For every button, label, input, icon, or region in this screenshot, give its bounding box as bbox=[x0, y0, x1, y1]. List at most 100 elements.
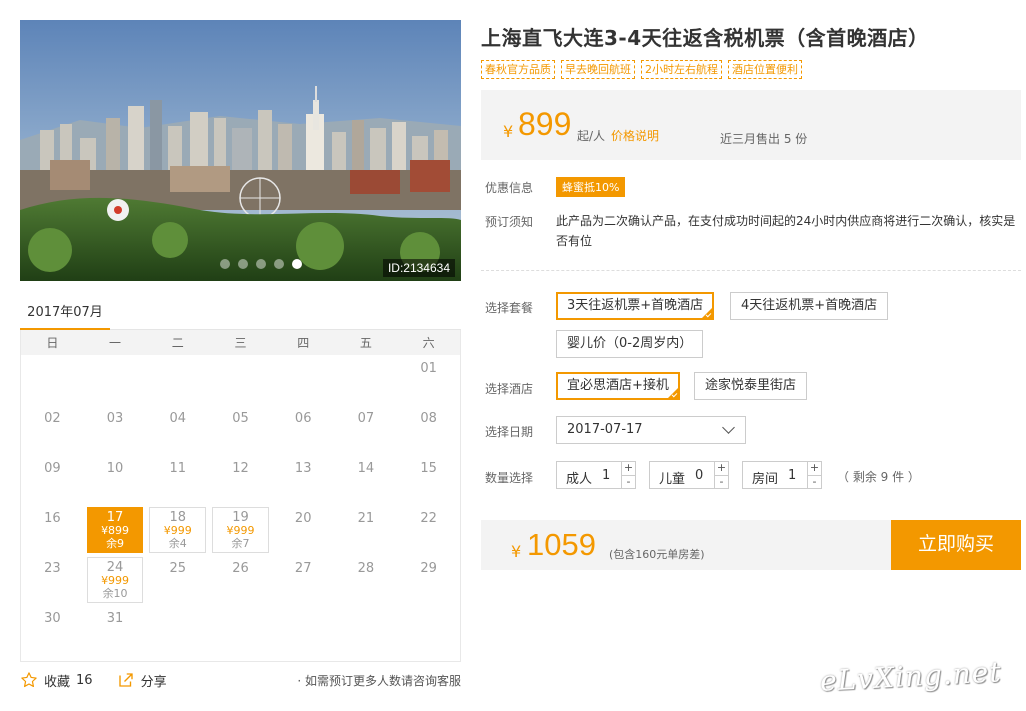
adult-value[interactable]: 1 bbox=[602, 468, 610, 483]
child-stepper[interactable]: 儿童 0 + - bbox=[649, 461, 729, 489]
price-calendar: 2017年07月 日 一 二 三 四 五 六 01 02 03 04 05 06 07 08 09 10 11 1… bbox=[20, 296, 461, 662]
adult-stepper[interactable]: 成人 1 + - bbox=[556, 461, 636, 489]
hotel-label: 选择酒店 bbox=[485, 382, 534, 396]
child-stepper-buttons: + - bbox=[714, 462, 728, 488]
decrement-button[interactable]: - bbox=[808, 475, 821, 488]
slide-indicator[interactable] bbox=[220, 259, 302, 269]
package-option-infant[interactable]: 婴儿价（0-2周岁内） bbox=[556, 330, 704, 358]
product-tags: 春秋官方品质 早去晚回航班 2小时左右航程 酒店位置便利 bbox=[481, 60, 802, 79]
calendar-grid: 日 一 二 三 四 五 六 01 02 03 04 05 06 07 08 09 10 11 12 13 14 15 16… bbox=[20, 330, 461, 662]
slide-dot[interactable] bbox=[238, 259, 248, 269]
favorite-button[interactable]: 收藏 16 bbox=[20, 671, 93, 690]
slide-dot[interactable] bbox=[256, 259, 266, 269]
calendar-day: 01 bbox=[397, 355, 460, 405]
calendar-weekday-row: 日一二三四五六 bbox=[21, 330, 460, 355]
day-number: 25 bbox=[169, 561, 187, 576]
hotel-option-ibis[interactable]: 宜必思酒店+接机 bbox=[556, 372, 680, 400]
child-value[interactable]: 0 bbox=[695, 468, 703, 483]
increment-button[interactable]: + bbox=[715, 462, 728, 475]
package-label: 选择套餐 bbox=[485, 301, 534, 315]
room-stepper[interactable]: 房间 1 + - bbox=[742, 461, 822, 489]
day-number: 21 bbox=[357, 511, 375, 526]
divider bbox=[481, 270, 1021, 271]
day-stock: 余10 bbox=[102, 587, 128, 600]
calendar-month-tab[interactable]: 2017年07月 bbox=[20, 301, 110, 330]
weekday-label: 五 bbox=[359, 336, 372, 350]
day-price: ¥999 bbox=[101, 574, 130, 587]
slide-dot[interactable] bbox=[220, 259, 230, 269]
sold-count: 近三月售出 5 份 bbox=[720, 132, 808, 146]
product-tag: 2小时左右航程 bbox=[641, 60, 722, 79]
total-amount: 1059 bbox=[527, 527, 596, 562]
weekday-label: 四 bbox=[297, 336, 310, 350]
day-number: 04 bbox=[169, 411, 187, 426]
calendar-day: 08 bbox=[397, 405, 460, 455]
weekday-label: 一 bbox=[109, 336, 122, 350]
share-button[interactable]: 分享 bbox=[117, 671, 167, 690]
day-number: 05 bbox=[232, 411, 249, 426]
total-note: (包含160元单房差) bbox=[609, 548, 705, 561]
adult-label: 成人 bbox=[566, 472, 593, 487]
calendar-day-available[interactable]: 24 ¥999 余10 bbox=[86, 557, 144, 603]
slide-dot[interactable] bbox=[274, 259, 284, 269]
calendar-day: 21 bbox=[335, 505, 398, 555]
buy-now-button[interactable]: 立即购买 bbox=[891, 520, 1021, 570]
promo-badge: 蜂蜜抵10% bbox=[556, 177, 626, 197]
total-currency: ¥ bbox=[511, 542, 522, 561]
day-number: 13 bbox=[294, 461, 312, 476]
day-number: 28 bbox=[357, 561, 375, 576]
package-option-4day[interactable]: 4天往返机票+首晚酒店 bbox=[730, 292, 889, 320]
calendar-day: 10 bbox=[84, 455, 147, 505]
weekday-label: 二 bbox=[171, 336, 184, 350]
day-number: 24 bbox=[106, 560, 124, 575]
product-actions: 收藏 16 分享 · 如需预订更多人数请咨询客服 bbox=[20, 668, 461, 692]
calendar-day: 31 bbox=[84, 605, 147, 655]
calendar-day-available[interactable]: 18 ¥999 余4 bbox=[149, 507, 207, 553]
calendar-day: 06 bbox=[272, 405, 335, 455]
day-number: 29 bbox=[420, 561, 437, 576]
day-number: 27 bbox=[294, 561, 312, 576]
weekday-label: 六 bbox=[422, 336, 435, 350]
share-label: 分享 bbox=[140, 674, 167, 690]
weekday-label: 日 bbox=[46, 336, 59, 350]
product-photo[interactable]: ID:2134634 bbox=[20, 20, 461, 281]
calendar-day: 23 bbox=[21, 555, 84, 605]
decrement-button[interactable]: - bbox=[715, 475, 728, 488]
calendar-empty-cell bbox=[21, 355, 84, 405]
room-value[interactable]: 1 bbox=[788, 468, 796, 483]
day-price: ¥999 bbox=[163, 524, 192, 537]
package-option-3day[interactable]: 3天往返机票+首晚酒店 bbox=[556, 292, 715, 320]
increment-button[interactable]: + bbox=[808, 462, 821, 475]
photo-id-label: ID:2134634 bbox=[382, 259, 455, 277]
day-stock: 余7 bbox=[231, 537, 250, 550]
day-number: 23 bbox=[44, 561, 61, 576]
hotel-option-tujia[interactable]: 途家悦泰里街店 bbox=[694, 372, 808, 400]
calendar-day: 11 bbox=[146, 455, 209, 505]
favorite-count: 16 bbox=[76, 672, 93, 688]
increment-button[interactable]: + bbox=[622, 462, 635, 475]
day-number: 19 bbox=[232, 510, 249, 525]
calendar-days: 01 02 03 04 05 06 07 08 09 10 11 12 13 14 15 16 17 ¥899 余9… bbox=[21, 355, 460, 661]
chevron-down-icon bbox=[722, 421, 735, 434]
slide-dot-active[interactable] bbox=[292, 259, 302, 269]
day-number: 08 bbox=[420, 411, 437, 426]
calendar-day: 02 bbox=[21, 405, 84, 455]
calendar-empty-cell bbox=[84, 355, 147, 405]
calendar-day-available[interactable]: 17 ¥899 余9 bbox=[86, 507, 144, 553]
weekday-label: 三 bbox=[234, 336, 247, 350]
room-stepper-buttons: + - bbox=[807, 462, 821, 488]
product-title: 上海直飞大连3-4天往返含税机票（含首晚酒店） bbox=[481, 26, 929, 50]
calendar-day: 07 bbox=[335, 405, 398, 455]
day-number: 15 bbox=[420, 461, 437, 476]
day-number: 11 bbox=[169, 461, 187, 476]
date-select[interactable]: 2017-07-17 bbox=[556, 416, 746, 444]
notice-label: 预订须知 bbox=[485, 215, 534, 229]
decrement-button[interactable]: - bbox=[622, 475, 635, 488]
calendar-day: 27 bbox=[272, 555, 335, 605]
calendar-day: 20 bbox=[272, 505, 335, 555]
calendar-header: 2017年07月 bbox=[20, 296, 461, 330]
day-number: 09 bbox=[44, 461, 61, 476]
calendar-day-available[interactable]: 19 ¥999 余7 bbox=[212, 507, 269, 553]
price-explain-link[interactable]: 价格说明 bbox=[611, 127, 659, 144]
day-stock: 余4 bbox=[168, 537, 187, 550]
